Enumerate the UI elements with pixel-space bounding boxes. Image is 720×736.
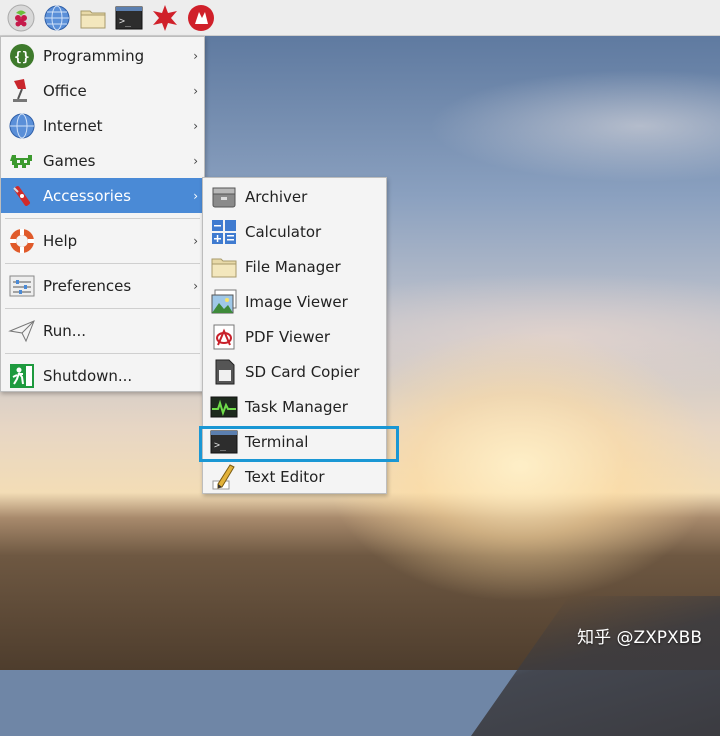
- run-icon: [7, 316, 37, 346]
- submenu-arrow-icon: ›: [193, 48, 198, 63]
- menu-item-label: Internet: [43, 116, 103, 135]
- submenu-item-file-manager[interactable]: File Manager: [203, 249, 386, 284]
- games-icon: [7, 146, 37, 176]
- submenu-arrow-icon: ›: [193, 188, 198, 203]
- road: [470, 596, 720, 736]
- submenu-item-label: SD Card Copier: [245, 362, 360, 381]
- menu-item-label: Games: [43, 151, 96, 170]
- pdf-viewer-icon: [209, 322, 239, 352]
- preferences-icon: [7, 271, 37, 301]
- menu-item-shutdown[interactable]: Shutdown...: [1, 358, 204, 393]
- submenu-item-label: Image Viewer: [245, 292, 348, 311]
- menu-separator: [5, 353, 200, 354]
- taskbar: >_: [0, 0, 720, 36]
- menu-separator: [5, 308, 200, 309]
- menu-item-label: Help: [43, 231, 78, 250]
- menu-item-label: Accessories: [43, 186, 131, 205]
- internet-icon: [7, 111, 37, 141]
- submenu-item-label: Text Editor: [245, 467, 325, 486]
- svg-text:{}: {}: [14, 50, 30, 65]
- wolfram-icon[interactable]: [186, 3, 216, 33]
- watermark: 知乎 @ZXPXBB: [577, 628, 702, 648]
- submenu-item-label: Terminal: [245, 432, 309, 451]
- menu-item-games[interactable]: Games ›: [1, 143, 204, 178]
- menu-separator: [5, 263, 200, 264]
- raspberry-menu-icon[interactable]: [6, 3, 36, 33]
- menu-item-label: Preferences: [43, 276, 132, 295]
- submenu-item-archiver[interactable]: Archiver: [203, 179, 386, 214]
- main-menu: {} Programming › Office › Internet › Gam…: [0, 36, 205, 392]
- menu-item-programming[interactable]: {} Programming ›: [1, 38, 204, 73]
- submenu-item-terminal[interactable]: >_ Terminal: [203, 424, 386, 459]
- calculator-icon: [209, 217, 239, 247]
- programming-icon: {}: [7, 41, 37, 71]
- submenu-arrow-icon: ›: [193, 83, 198, 98]
- menu-item-office[interactable]: Office ›: [1, 73, 204, 108]
- menu-item-run[interactable]: Run...: [1, 313, 204, 348]
- accessories-icon: [7, 181, 37, 211]
- submenu-arrow-icon: ›: [193, 153, 198, 168]
- web-browser-icon[interactable]: [42, 3, 72, 33]
- shutdown-icon: [7, 361, 37, 391]
- accessories-submenu: Archiver Calculator File Manager Image V…: [202, 177, 387, 494]
- menu-item-label: Shutdown...: [43, 366, 133, 385]
- menu-item-label: Run...: [43, 321, 87, 340]
- submenu-item-task-manager[interactable]: Task Manager: [203, 389, 386, 424]
- svg-text:>_: >_: [214, 440, 227, 451]
- submenu-item-label: Calculator: [245, 222, 322, 241]
- menu-item-internet[interactable]: Internet ›: [1, 108, 204, 143]
- submenu-item-label: File Manager: [245, 257, 341, 276]
- submenu-item-image-viewer[interactable]: Image Viewer: [203, 284, 386, 319]
- menu-item-accessories[interactable]: Accessories ›: [1, 178, 204, 213]
- submenu-item-sd-card-copier[interactable]: SD Card Copier: [203, 354, 386, 389]
- submenu-item-label: PDF Viewer: [245, 327, 330, 346]
- mathematica-icon[interactable]: [150, 3, 180, 33]
- task-manager-icon: [209, 392, 239, 422]
- menu-item-label: Programming: [43, 46, 145, 65]
- submenu-item-label: Task Manager: [245, 397, 348, 416]
- folder-icon: [209, 252, 239, 282]
- menu-item-help[interactable]: Help ›: [1, 223, 204, 258]
- menu-item-label: Office: [43, 81, 87, 100]
- image-viewer-icon: [209, 287, 239, 317]
- menu-separator: [5, 218, 200, 219]
- submenu-item-text-editor[interactable]: Text Editor: [203, 459, 386, 494]
- submenu-arrow-icon: ›: [193, 233, 198, 248]
- menu-item-preferences[interactable]: Preferences ›: [1, 268, 204, 303]
- archiver-icon: [209, 182, 239, 212]
- submenu-arrow-icon: ›: [193, 118, 198, 133]
- text-editor-icon: [209, 462, 239, 492]
- submenu-arrow-icon: ›: [193, 278, 198, 293]
- file-manager-icon[interactable]: [78, 3, 108, 33]
- svg-text:>_: >_: [119, 16, 132, 27]
- terminal-icon[interactable]: >_: [114, 3, 144, 33]
- submenu-item-label: Archiver: [245, 187, 308, 206]
- sd-card-icon: [209, 357, 239, 387]
- office-icon: [7, 76, 37, 106]
- terminal-icon: >_: [209, 427, 239, 457]
- submenu-item-calculator[interactable]: Calculator: [203, 214, 386, 249]
- help-icon: [7, 226, 37, 256]
- submenu-item-pdf-viewer[interactable]: PDF Viewer: [203, 319, 386, 354]
